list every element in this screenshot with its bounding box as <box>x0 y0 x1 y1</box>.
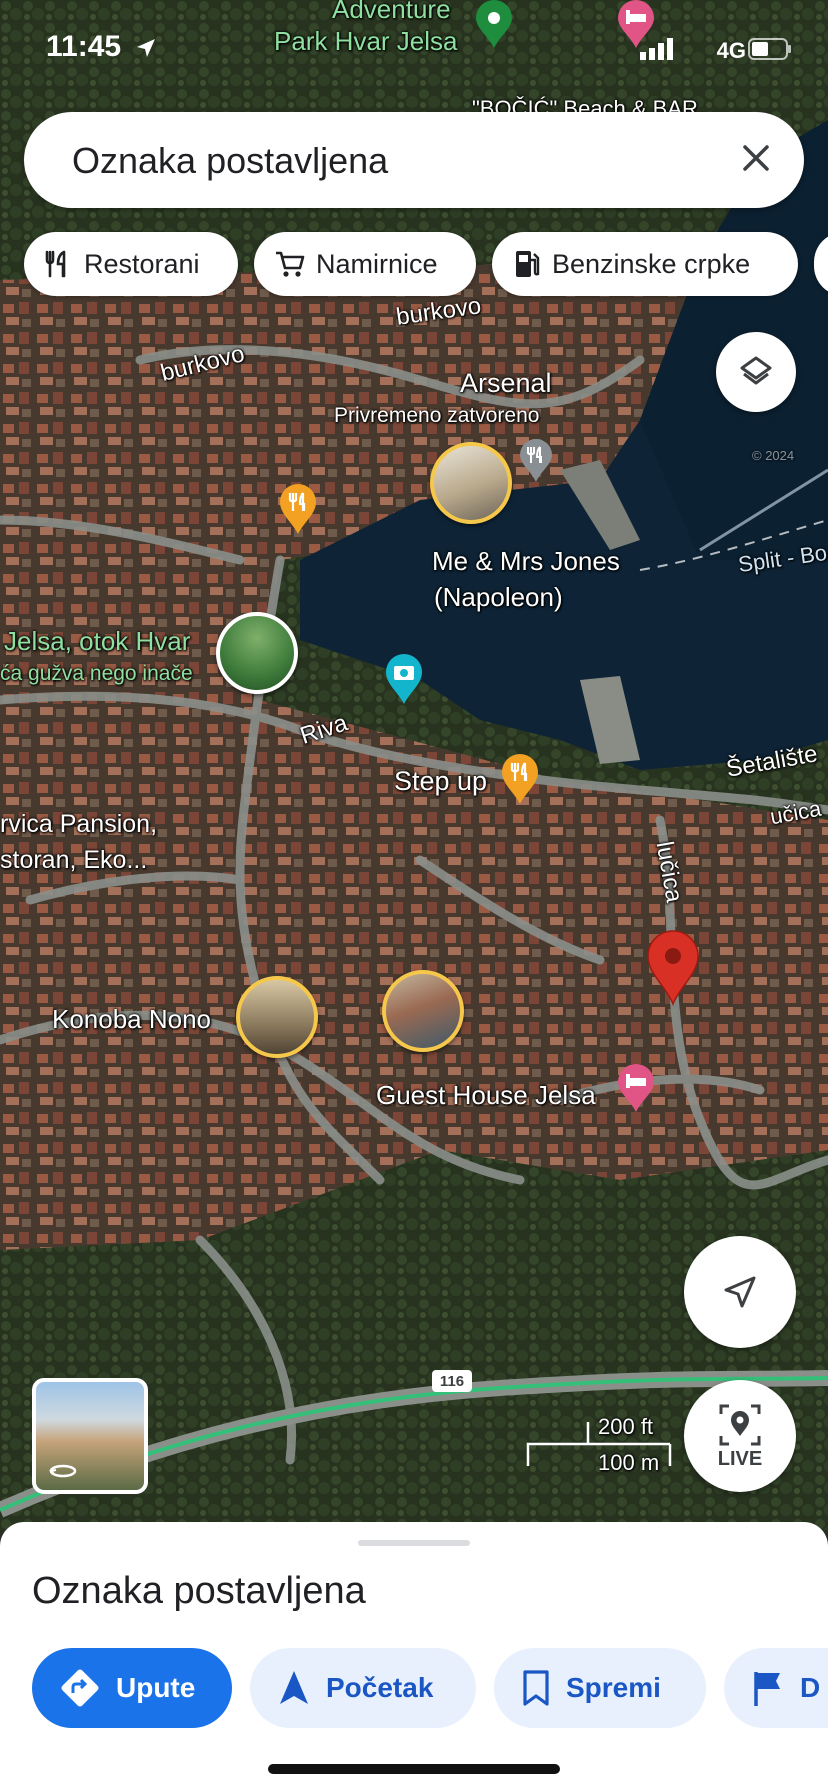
start-label: Početak <box>326 1672 434 1703</box>
map-label-arsenal-status: Privremeno zatvoreno <box>334 404 540 427</box>
dropped-pin-icon[interactable] <box>646 930 700 1006</box>
chip-label: Benzinske crpke <box>552 248 751 279</box>
directions-icon <box>61 1669 99 1707</box>
location-arrow-icon <box>137 39 155 57</box>
restaurant-pin-icon[interactable] <box>518 438 554 484</box>
chip-restorani[interactable]: Restorani <box>24 232 238 296</box>
street-view-rotate-icon <box>48 1464 77 1478</box>
restaurant-pin-icon[interactable] <box>500 752 540 806</box>
street-view-thumbnail[interactable] <box>32 1378 148 1494</box>
park-pin-icon[interactable] <box>474 0 514 50</box>
sheet-drag-handle[interactable] <box>358 1540 470 1546</box>
hotel-pin-icon[interactable] <box>616 1064 656 1114</box>
chip-namirnice[interactable]: Namirnice <box>254 232 476 296</box>
gas-station-icon <box>516 251 540 277</box>
hotel-pin-icon[interactable] <box>616 0 656 50</box>
my-location-button[interactable] <box>684 1236 796 1348</box>
battery-icon <box>748 38 791 60</box>
restaurant-pin-icon[interactable] <box>278 482 318 536</box>
map-label-adventure[interactable]: Adventure <box>332 0 451 25</box>
map-label-arsenal[interactable]: Arsenal <box>460 368 552 399</box>
label-label: D <box>800 1672 821 1703</box>
chip-label: Restorani <box>84 248 200 279</box>
road-shield: 116 <box>432 1370 472 1392</box>
live-view-button[interactable]: LIVE <box>684 1380 796 1492</box>
close-icon[interactable] <box>736 138 776 178</box>
map-label-jelsa-busy: ća gužva nego inače <box>0 662 193 685</box>
sheet-title: Oznaka postavljena <box>32 1570 366 1612</box>
home-indicator[interactable] <box>268 1764 560 1774</box>
save-button[interactable]: Spremi <box>494 1648 706 1728</box>
network-type: 4G <box>716 38 746 63</box>
chip-benzinske-crpke[interactable]: Benzinske crpke <box>492 232 798 296</box>
photo-pin-icon[interactable] <box>384 652 424 706</box>
save-label: Spremi <box>566 1672 661 1703</box>
clock: 11:45 <box>46 30 122 63</box>
place-photo-pin-konoba[interactable] <box>236 976 318 1058</box>
map-copyright: © 2024 <box>752 448 795 463</box>
map-label-me-mrs-jones[interactable]: Me & Mrs Jones <box>432 546 620 577</box>
restaurant-icon <box>45 250 66 278</box>
navigation-arrow-icon <box>280 1671 308 1704</box>
map-label-konoba-nono[interactable]: Konoba Nono <box>52 1004 211 1035</box>
search-bar[interactable]: Oznaka postavljena <box>24 112 804 208</box>
map-label-jelsa[interactable]: Jelsa, otok Hvar <box>4 626 190 657</box>
place-photo-pin-2[interactable] <box>382 970 464 1052</box>
live-label: LIVE <box>717 1447 763 1470</box>
chip-label: Namirnice <box>316 248 438 279</box>
satellite-map[interactable]: 11:45 4G Adventure Park Hvar Jelsa "BOČI… <box>0 0 828 1530</box>
bottom-sheet[interactable]: Oznaka postavljena Upute Početak Spremi … <box>0 1522 828 1792</box>
start-button[interactable]: Početak <box>250 1648 476 1728</box>
map-label-napoleon[interactable]: (Napoleon) <box>434 582 563 613</box>
directions-button[interactable]: Upute <box>32 1648 232 1728</box>
scale-bar <box>526 1422 672 1466</box>
bookmark-icon <box>523 1670 549 1706</box>
layers-icon <box>740 356 772 385</box>
cart-icon <box>276 251 305 277</box>
map-label-adventure-park[interactable]: Park Hvar Jelsa <box>274 26 458 57</box>
map-label-pansion[interactable]: rvica Pansion, <box>0 810 157 839</box>
label-button[interactable]: D <box>724 1648 828 1728</box>
live-view-icon <box>719 1404 761 1445</box>
search-query[interactable]: Oznaka postavljena <box>72 140 388 182</box>
map-label-pansion-restoran[interactable]: storan, Eko... <box>0 846 147 875</box>
place-photo-pin[interactable] <box>430 442 512 524</box>
directions-label: Upute <box>116 1672 196 1703</box>
layers-button[interactable] <box>716 332 796 412</box>
map-label-guest-house[interactable]: Guest House Jelsa <box>376 1080 596 1111</box>
map-label-step-up[interactable]: Step up <box>394 766 487 797</box>
flag-icon <box>754 1672 780 1706</box>
navigation-arrow-icon <box>724 1276 756 1308</box>
place-photo-pin-jelsa[interactable] <box>216 612 298 694</box>
